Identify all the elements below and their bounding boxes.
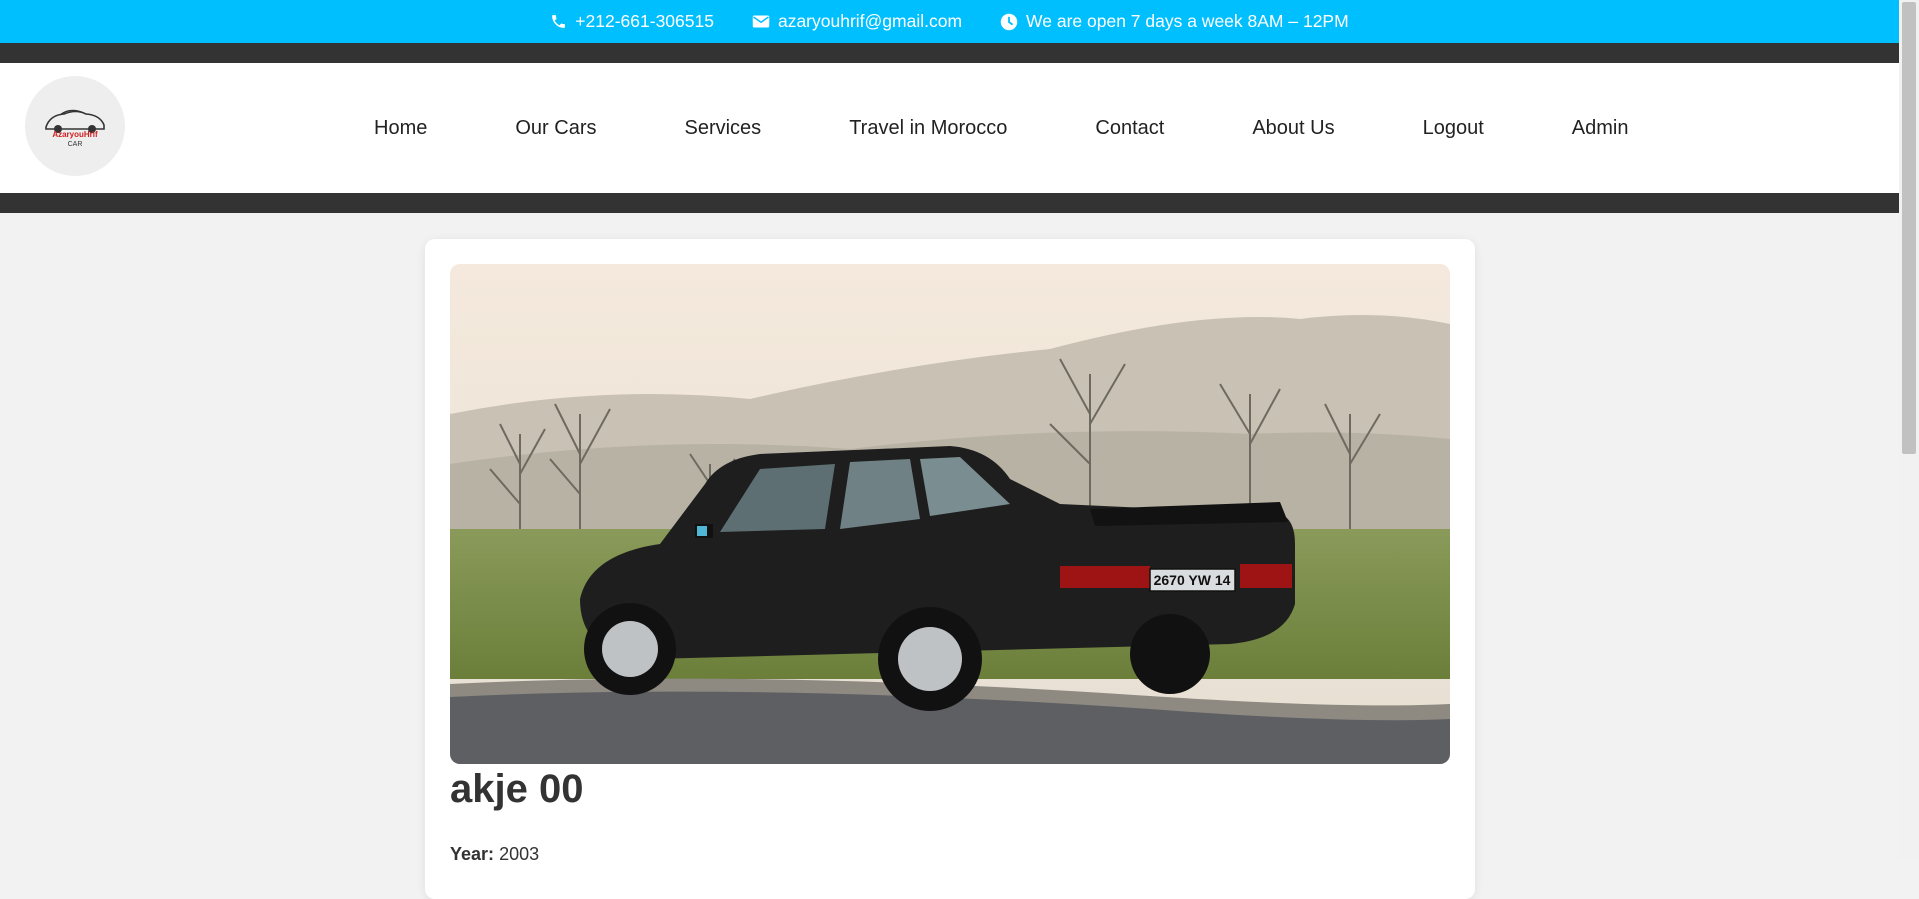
contact-bar: +212-661-306515 azaryouhrif@gmail.com We… <box>0 0 1899 43</box>
phone-number: +212-661-306515 <box>575 11 714 31</box>
nav-home[interactable]: Home <box>374 117 427 140</box>
site-header: AzaryouHrif CAR Home Our Cars Services T… <box>0 63 1899 193</box>
nav-logout[interactable]: Logout <box>1423 117 1484 140</box>
car-name-title: akje 00 <box>450 767 584 811</box>
year-label: Year: <box>450 844 495 864</box>
logo-sub-text: CAR <box>68 141 83 148</box>
envelope-icon <box>752 14 770 29</box>
hours-text: We are open 7 days a week 8AM – 12PM <box>1026 11 1349 31</box>
site-logo[interactable]: AzaryouHrif CAR <box>25 76 125 176</box>
car-logo-graphic: AzaryouHrif CAR <box>45 109 105 148</box>
nav-contact[interactable]: Contact <box>1095 117 1164 140</box>
email-contact[interactable]: azaryouhrif@gmail.com <box>752 11 962 32</box>
phone-icon <box>550 13 567 30</box>
page-scrollbar[interactable] <box>1899 0 1919 860</box>
email-address: azaryouhrif@gmail.com <box>777 11 963 31</box>
opening-hours: We are open 7 days a week 8AM – 12PM <box>1000 11 1349 32</box>
nav-travel-in-morocco[interactable]: Travel in Morocco <box>849 117 1007 140</box>
car-photo: 2670 YW 14 <box>450 264 1450 764</box>
clock-icon <box>1000 13 1018 31</box>
year-value: 2003 <box>499 844 540 864</box>
divider-strip-bottom <box>0 193 1899 213</box>
phone-contact[interactable]: +212-661-306515 <box>550 11 714 32</box>
car-detail-card: 2670 YW 14 akje 00 Year: 2003 <box>425 239 1475 899</box>
scrollbar-thumb[interactable] <box>1902 2 1916 454</box>
logo-brand-text: AzaryouHrif <box>52 130 98 139</box>
main-nav: Home Our Cars Services Travel in Morocco… <box>374 63 1628 193</box>
nav-services[interactable]: Services <box>684 117 761 140</box>
nav-our-cars[interactable]: Our Cars <box>515 117 596 140</box>
car-year-row: Year: 2003 <box>450 844 539 865</box>
nav-about-us[interactable]: About Us <box>1252 117 1334 140</box>
divider-strip-top <box>0 43 1899 63</box>
license-plate: 2670 YW 14 <box>1154 572 1231 588</box>
nav-admin[interactable]: Admin <box>1572 117 1629 140</box>
